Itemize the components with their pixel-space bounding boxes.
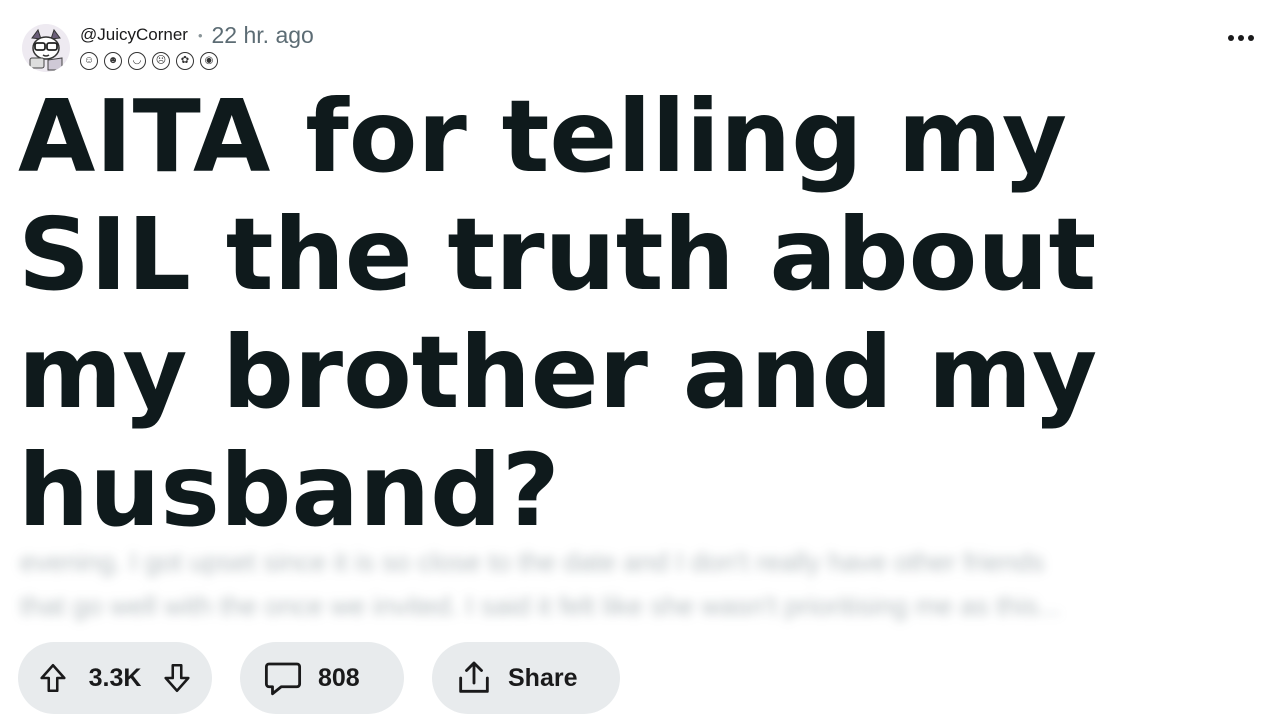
preview-line: that go well with the once we invited. I… xyxy=(20,591,1061,621)
award-icon[interactable]: ◡ xyxy=(128,52,146,70)
upvote-icon[interactable] xyxy=(36,661,70,695)
post-header: @JuicyCorner • 22 hr. ago ☺ ☻ ◡ ☹ ✿ ◉ xyxy=(22,22,1262,74)
comments-button[interactable]: 808 xyxy=(240,642,404,714)
post-actions: 3.3K 808 Share xyxy=(18,642,620,714)
post-body-preview: evening. I got upset since it is so clos… xyxy=(20,540,1240,628)
post-meta: @JuicyCorner • 22 hr. ago xyxy=(80,22,314,48)
award-icon[interactable]: ◉ xyxy=(200,52,218,70)
share-button[interactable]: Share xyxy=(432,642,620,714)
award-icon[interactable]: ✿ xyxy=(176,52,194,70)
more-options-icon[interactable] xyxy=(1224,28,1258,48)
post-timestamp: 22 hr. ago xyxy=(211,21,314,48)
vote-control: 3.3K xyxy=(18,642,212,714)
share-icon xyxy=(454,658,494,698)
comment-icon xyxy=(262,657,304,699)
award-icon[interactable]: ☹ xyxy=(152,52,170,70)
award-icon[interactable]: ☺ xyxy=(80,52,98,70)
awards-row: ☺ ☻ ◡ ☹ ✿ ◉ xyxy=(80,52,218,74)
vote-count: 3.3K xyxy=(88,663,142,692)
post-title[interactable]: AITA for telling my SIL the truth about … xyxy=(18,78,1218,550)
username-link[interactable]: @JuicyCorner xyxy=(80,25,188,45)
preview-line: evening. I got upset since it is so clos… xyxy=(20,547,1045,577)
comment-count: 808 xyxy=(318,663,360,692)
award-icon[interactable]: ☻ xyxy=(104,52,122,70)
user-avatar[interactable] xyxy=(22,24,70,72)
share-label: Share xyxy=(508,663,578,692)
downvote-icon[interactable] xyxy=(160,661,194,695)
meta-separator: • xyxy=(197,27,203,43)
